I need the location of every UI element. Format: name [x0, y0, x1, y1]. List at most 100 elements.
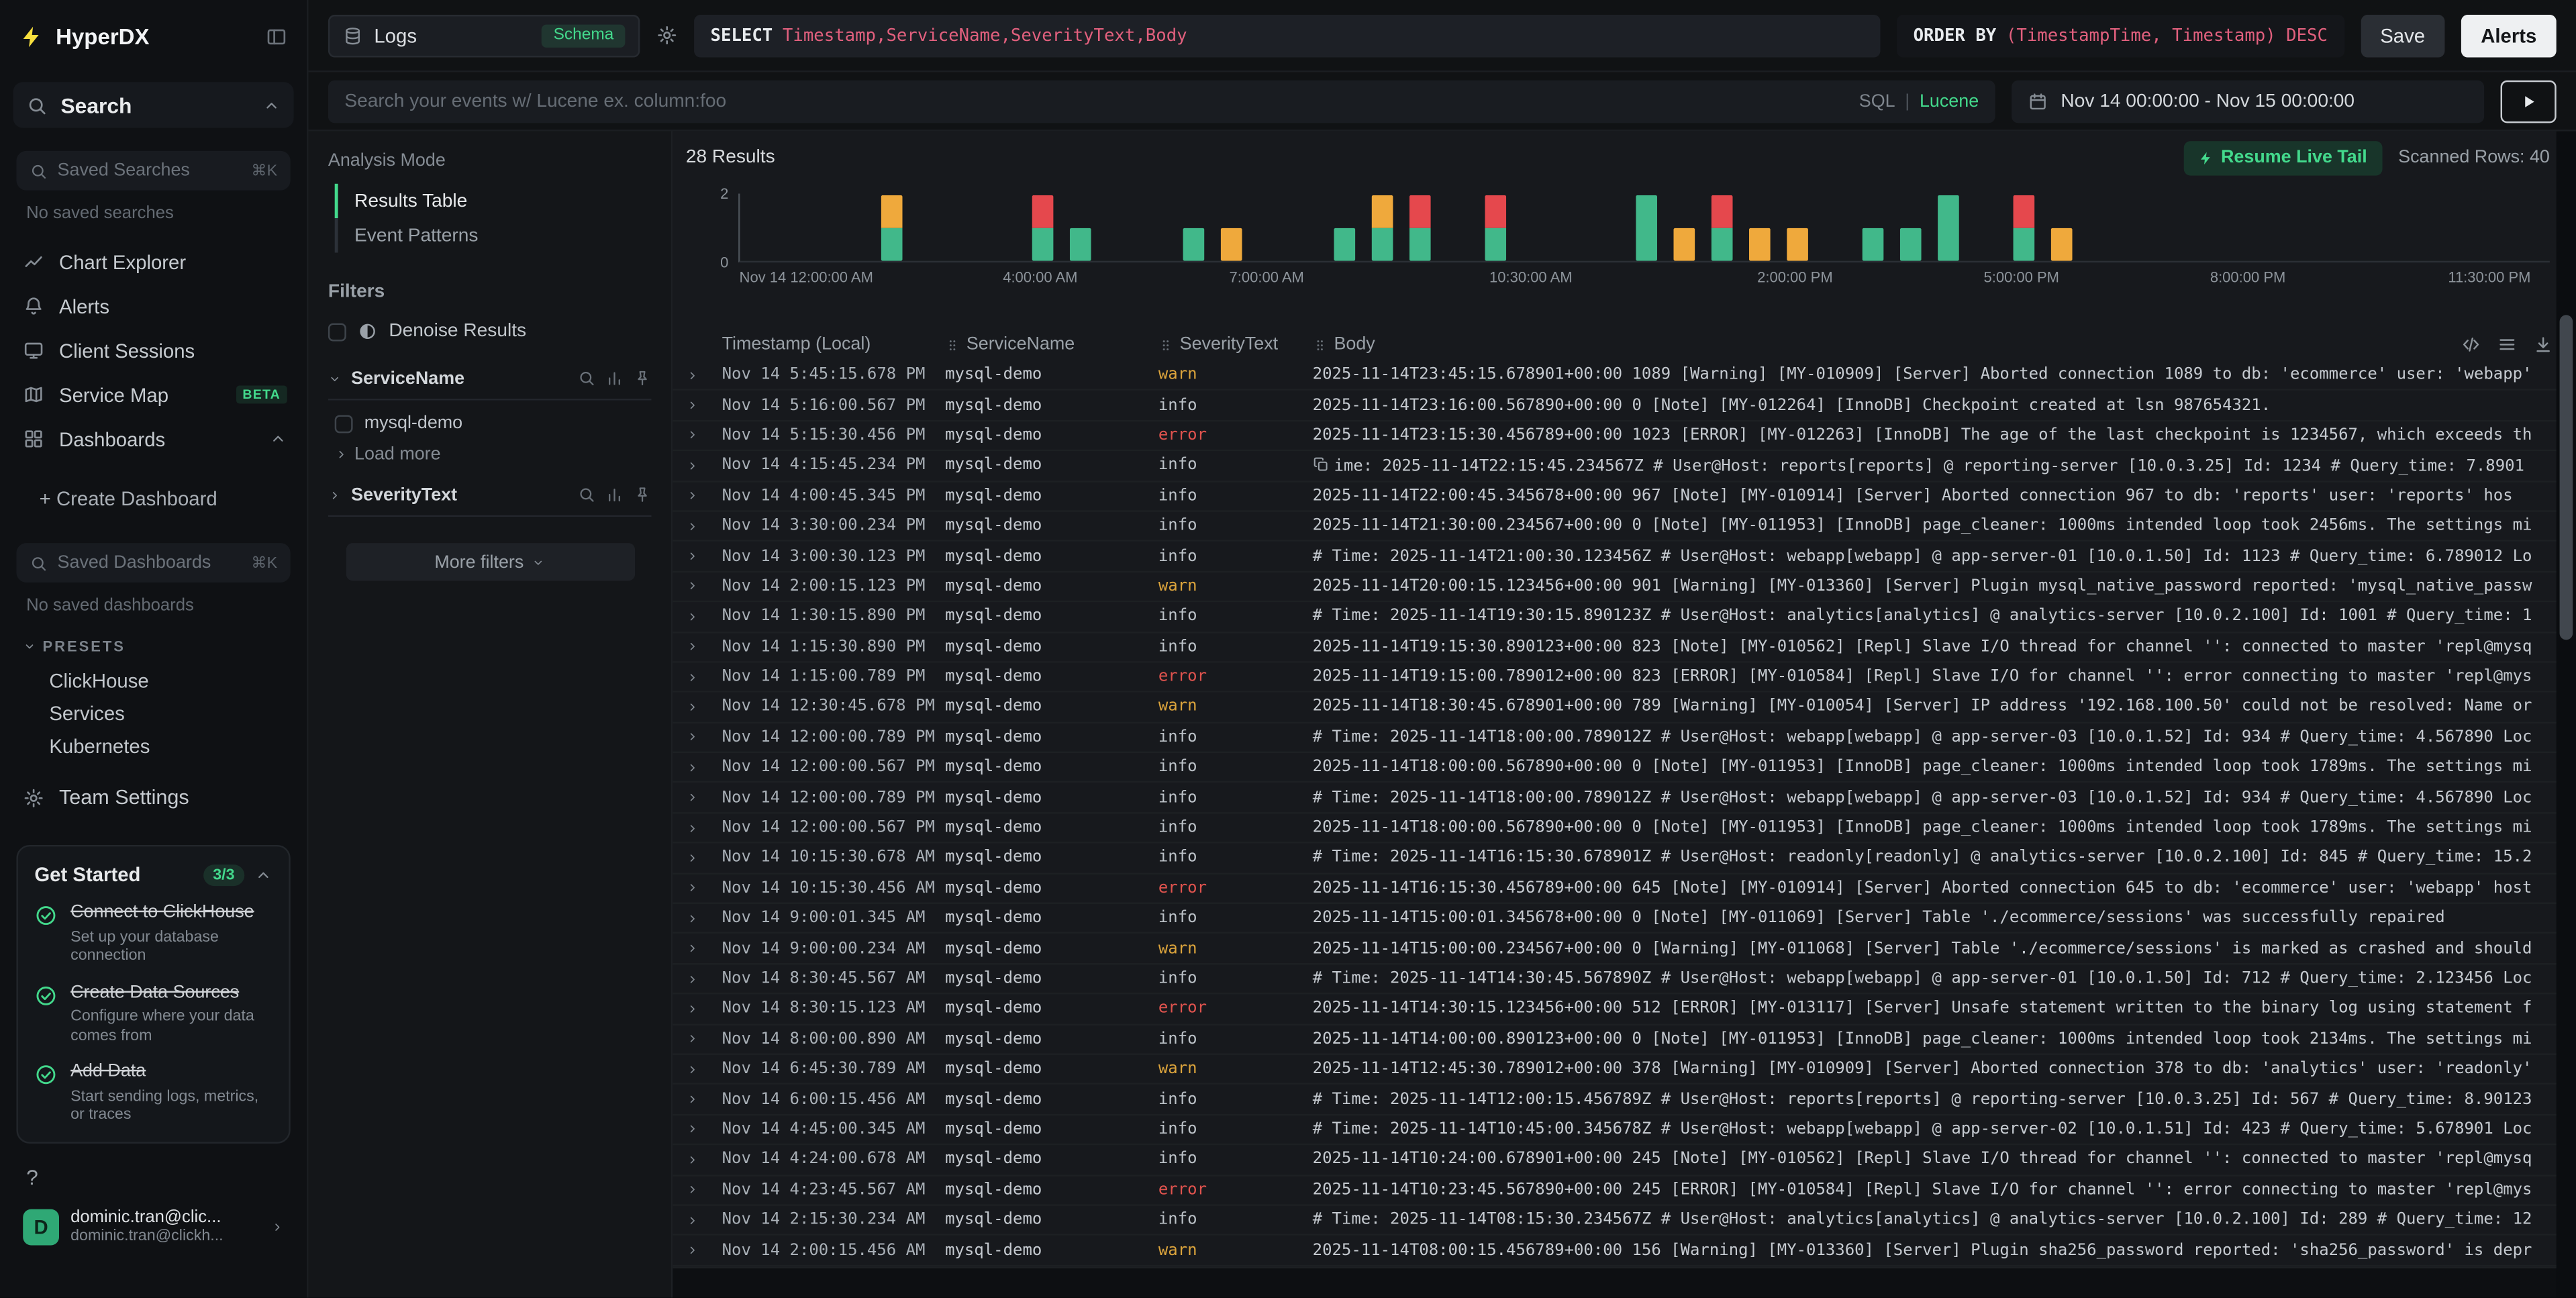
- chart-icon[interactable]: [605, 369, 624, 387]
- histogram-bar[interactable]: [1937, 195, 1959, 261]
- sidebar-item-search[interactable]: Search: [13, 82, 294, 128]
- histogram-bar[interactable]: [2012, 195, 2034, 261]
- chevron-down-icon[interactable]: [328, 372, 342, 385]
- expand-row-icon[interactable]: [686, 670, 699, 684]
- log-row[interactable]: Nov 14 6:00:15.456 AMmysql-demoinfo# Tim…: [673, 1085, 2576, 1115]
- expand-row-icon[interactable]: [686, 550, 699, 563]
- log-row[interactable]: Nov 14 4:15:45.234 PMmysql-demoinfoime: …: [673, 452, 2576, 482]
- column-header-timestamp[interactable]: Timestamp (Local): [722, 335, 945, 354]
- sql-select-input[interactable]: SELECT Timestamp,ServiceName,SeverityTex…: [694, 14, 1881, 57]
- checkbox[interactable]: [335, 414, 353, 432]
- pin-icon[interactable]: [634, 369, 652, 387]
- analysis-mode-results-table[interactable]: Results Table: [335, 184, 652, 218]
- log-row[interactable]: Nov 14 1:15:00.789 PMmysql-demoerror2025…: [673, 662, 2576, 693]
- help-button[interactable]: ?: [26, 1164, 307, 1189]
- log-row[interactable]: Nov 14 8:00:00.890 AMmysql-demoinfo2025-…: [673, 1025, 2576, 1055]
- sidebar-item-service-map[interactable]: Service MapBETA: [0, 372, 307, 417]
- histogram-bar[interactable]: [1031, 195, 1052, 261]
- histogram-bar[interactable]: [1899, 228, 1921, 261]
- histogram-bar[interactable]: [1484, 195, 1505, 261]
- log-row[interactable]: Nov 14 4:23:45.567 AMmysql-demoerror2025…: [673, 1176, 2576, 1206]
- log-row[interactable]: Nov 14 5:16:00.567 PMmysql-demoinfo2025-…: [673, 391, 2576, 421]
- histogram-bar[interactable]: [1786, 228, 1807, 261]
- expand-row-icon[interactable]: [686, 731, 699, 744]
- download-icon[interactable]: [2533, 335, 2553, 354]
- filter-group-servicename[interactable]: ServiceName: [328, 358, 652, 401]
- create-dashboard-button[interactable]: + Create Dashboard: [0, 477, 307, 520]
- expand-row-icon[interactable]: [686, 761, 699, 775]
- sidebar-item-client-sessions[interactable]: Client Sessions: [0, 328, 307, 372]
- expand-row-icon[interactable]: [686, 1062, 699, 1076]
- get-started-header[interactable]: Get Started 3/3: [34, 863, 272, 886]
- get-started-item[interactable]: Add DataStart sending logs, metrics, or …: [34, 1062, 272, 1125]
- expand-row-icon[interactable]: [686, 1244, 699, 1257]
- log-row[interactable]: Nov 14 2:00:15.123 PMmysql-demowarn2025-…: [673, 572, 2576, 603]
- log-row[interactable]: Nov 14 8:30:45.567 AMmysql-demoinfo# Tim…: [673, 964, 2576, 995]
- histogram-bar[interactable]: [1861, 228, 1883, 261]
- load-more-button[interactable]: Load more: [328, 433, 652, 464]
- log-row[interactable]: Nov 14 4:00:45.345 PMmysql-demoinfo2025-…: [673, 482, 2576, 512]
- log-row[interactable]: Nov 14 1:30:15.890 PMmysql-demoinfo# Tim…: [673, 602, 2576, 632]
- log-row[interactable]: Nov 14 3:30:00.234 PMmysql-demoinfo2025-…: [673, 512, 2576, 542]
- preset-item-services[interactable]: Services: [0, 697, 307, 730]
- expand-row-icon[interactable]: [686, 1123, 699, 1136]
- log-row[interactable]: Nov 14 4:24:00.678 AMmysql-demoinfo2025-…: [673, 1146, 2576, 1176]
- sidebar-item-alerts[interactable]: Alerts: [0, 284, 307, 328]
- saved-dashboards-button[interactable]: Saved Dashboards ⌘K: [16, 543, 290, 583]
- source-select[interactable]: Logs Schema: [328, 14, 640, 57]
- log-row[interactable]: Nov 14 9:00:00.234 AMmysql-demowarn2025-…: [673, 934, 2576, 964]
- expand-row-icon[interactable]: [686, 852, 699, 865]
- expand-row-icon[interactable]: [686, 791, 699, 805]
- histogram-plot-area[interactable]: [738, 193, 2550, 262]
- expand-row-icon[interactable]: [686, 1183, 699, 1197]
- chevron-right-icon[interactable]: [328, 488, 342, 501]
- histogram-bar[interactable]: [1333, 228, 1354, 261]
- pin-icon[interactable]: [634, 486, 652, 504]
- log-row[interactable]: Nov 14 12:00:00.789 PMmysql-demoinfo# Ti…: [673, 723, 2576, 753]
- preset-item-clickhouse[interactable]: ClickHouse: [0, 664, 307, 697]
- expand-row-icon[interactable]: [686, 1032, 699, 1046]
- log-row[interactable]: Nov 14 12:30:45.678 PMmysql-demowarn2025…: [673, 693, 2576, 723]
- denoise-results-toggle[interactable]: Denoise Results: [328, 321, 652, 341]
- histogram-bar[interactable]: [1371, 195, 1392, 261]
- log-row[interactable]: Nov 14 5:45:15.678 PMmysql-demowarn2025-…: [673, 361, 2576, 391]
- preset-item-kubernetes[interactable]: Kubernetes: [0, 730, 307, 763]
- expand-row-icon[interactable]: [686, 489, 699, 503]
- column-header-severitytext[interactable]: SeverityText: [1158, 335, 1313, 354]
- alerts-button[interactable]: Alerts: [2461, 14, 2557, 57]
- log-row[interactable]: Nov 14 8:30:15.123 AMmysql-demoerror2025…: [673, 995, 2576, 1025]
- analysis-mode-event-patterns[interactable]: Event Patterns: [335, 218, 652, 252]
- drag-grip-icon[interactable]: [945, 336, 960, 354]
- expand-row-icon[interactable]: [686, 701, 699, 714]
- expand-row-icon[interactable]: [686, 610, 699, 623]
- run-query-button[interactable]: [2501, 80, 2557, 123]
- lucene-search-box[interactable]: SQL | Lucene: [328, 80, 1995, 123]
- expand-row-icon[interactable]: [686, 640, 699, 654]
- get-started-item[interactable]: Create Data SourcesConfigure where your …: [34, 982, 272, 1045]
- histogram-bar[interactable]: [2050, 228, 2072, 261]
- log-row[interactable]: Nov 14 12:00:00.789 PMmysql-demoinfo# Ti…: [673, 783, 2576, 813]
- log-row[interactable]: Nov 14 12:00:00.567 PMmysql-demoinfo2025…: [673, 753, 2576, 783]
- expand-row-icon[interactable]: [686, 368, 699, 382]
- drag-grip-icon[interactable]: [1158, 336, 1173, 354]
- resume-live-tail-button[interactable]: Resume Live Tail: [2183, 140, 2382, 174]
- sidebar-item-chart-explorer[interactable]: Chart Explorer: [0, 240, 307, 284]
- log-row[interactable]: Nov 14 12:00:00.567 PMmysql-demoinfo2025…: [673, 813, 2576, 844]
- expand-row-icon[interactable]: [686, 1213, 699, 1227]
- log-row[interactable]: Nov 14 4:45:00.345 AMmysql-demoinfo# Tim…: [673, 1115, 2576, 1146]
- denoise-checkbox[interactable]: [328, 322, 346, 340]
- save-button[interactable]: Save: [2361, 14, 2445, 57]
- chart-icon[interactable]: [605, 486, 624, 504]
- log-row[interactable]: Nov 14 5:15:30.456 PMmysql-demoerror2025…: [673, 421, 2576, 452]
- sidebar-item-team-settings[interactable]: Team Settings: [0, 776, 307, 819]
- user-menu[interactable]: D dominic.tran@clic... dominic.tran@clic…: [13, 1202, 294, 1251]
- log-row[interactable]: Nov 14 10:15:30.678 AMmysql-demoinfo# Ti…: [673, 844, 2576, 874]
- order-by-clause[interactable]: ORDER BY (TimestampTime, Timestamp) DESC: [1897, 14, 2344, 57]
- log-row[interactable]: Nov 14 2:15:30.234 AMmysql-demoinfo# Tim…: [673, 1206, 2576, 1236]
- histogram-bar[interactable]: [1069, 228, 1091, 261]
- date-range-picker[interactable]: Nov 14 00:00:00 - Nov 15 00:00:00: [2012, 80, 2484, 123]
- expand-row-icon[interactable]: [686, 1093, 699, 1106]
- code-view-icon[interactable]: [2461, 335, 2481, 354]
- column-header-servicename[interactable]: ServiceName: [945, 335, 1158, 354]
- log-row[interactable]: Nov 14 9:00:01.345 AMmysql-demoinfo2025-…: [673, 904, 2576, 934]
